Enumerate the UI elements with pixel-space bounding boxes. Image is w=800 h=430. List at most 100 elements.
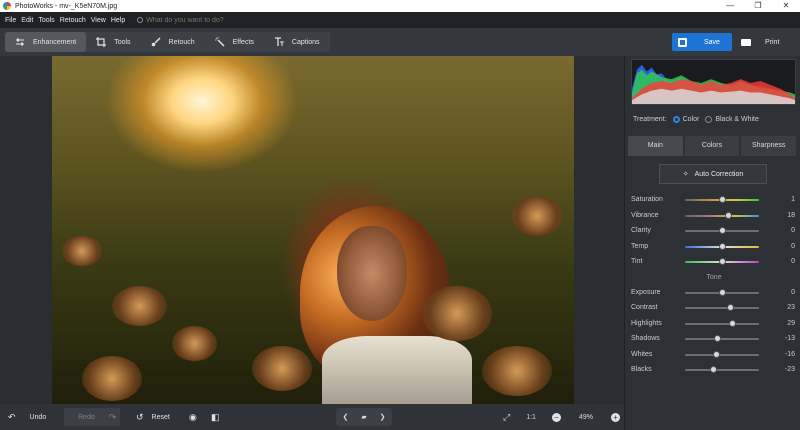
close-button[interactable]: ✕ [772, 0, 800, 12]
slider-list: Saturation 1 Vibrance 18 Clarity 0 Temp 0 Tint 0 T… [631, 192, 797, 378]
tab-label: Effects [232, 38, 254, 46]
slider-value: 29 [787, 319, 795, 327]
slider-track[interactable] [685, 350, 759, 358]
zoom-value: 49% [578, 413, 593, 421]
sliders-icon [16, 38, 24, 46]
menu-tools[interactable]: Tools [38, 17, 54, 24]
slider-handle[interactable] [727, 304, 734, 311]
zoom-in-icon[interactable]: + [610, 412, 620, 422]
slider-track[interactable] [685, 319, 759, 327]
save-button[interactable]: Save [672, 33, 732, 51]
next-image-icon[interactable]: ❯ [380, 413, 386, 421]
undo-button[interactable]: ↶ Undo [8, 408, 46, 426]
preview-eye-icon[interactable]: ◉ [189, 408, 197, 426]
search-input[interactable] [146, 16, 257, 24]
fit-screen-icon[interactable]: ⤢ [503, 412, 510, 423]
slider-row-highlights: Highlights 29 [631, 316, 797, 332]
slider-handle[interactable] [709, 366, 717, 373]
tab-main[interactable]: Main [628, 136, 683, 156]
slider-handle[interactable] [712, 350, 720, 358]
photo-shirt [322, 336, 472, 404]
redo-label: Redo [78, 413, 95, 421]
maximize-button[interactable]: ❐ [744, 0, 772, 12]
menu-bar: File Edit Tools Retouch View Help [0, 12, 800, 28]
reset-icon: ↺ [136, 411, 144, 422]
slider-handle[interactable] [718, 288, 726, 296]
title-bar: PhotoWorks - mv-_K5eN70M.jpg — ❐ ✕ [0, 0, 800, 12]
photo-flower [172, 326, 217, 361]
slider-row-contrast: Contrast 23 [631, 300, 797, 316]
slider-track[interactable] [685, 242, 759, 250]
slider-row-saturation: Saturation 1 [631, 192, 797, 208]
radio-color[interactable] [672, 116, 680, 123]
text-icon [274, 37, 284, 46]
photo-canvas[interactable] [52, 56, 574, 404]
minimize-button[interactable]: — [716, 0, 744, 12]
reset-button[interactable]: ↺ Reset [136, 408, 170, 426]
tab-tools[interactable]: Tools [86, 32, 140, 52]
prev-image-icon[interactable]: ❮ [342, 413, 348, 421]
ratio-button[interactable]: 1:1 [526, 414, 536, 421]
tab-colors[interactable]: Colors [684, 136, 740, 156]
slider-handle[interactable] [718, 258, 726, 265]
slider-track[interactable] [685, 211, 759, 219]
tab-effects[interactable]: Effects [205, 32, 264, 52]
slider-track[interactable] [685, 258, 759, 265]
tab-label: Tools [114, 38, 131, 46]
slider-handle[interactable] [718, 196, 726, 203]
brush-icon [151, 37, 161, 47]
tab-retouch[interactable]: Retouch [141, 32, 205, 52]
menu-view[interactable]: View [91, 17, 106, 24]
slider-track[interactable] [685, 196, 759, 203]
slider-track[interactable] [685, 366, 759, 373]
menu-help[interactable]: Help [111, 17, 125, 24]
slider-handle[interactable] [718, 227, 726, 234]
slider-track[interactable] [685, 335, 759, 342]
folder-icon[interactable]: ▰ [361, 413, 366, 421]
slider-value: 23 [787, 304, 795, 312]
slider-label: Vibrance [631, 211, 659, 219]
zoom-out-icon[interactable]: − [551, 412, 561, 422]
slider-row-clarity: Clarity 0 [631, 223, 797, 239]
bottom-bar: ↶ Undo Redo ↷ ↺ Reset ◉ ◧ ❮ ▰ ❯ ⤢ 1:1 − … [0, 404, 624, 430]
tab-enhancement[interactable]: Enhancement [5, 32, 87, 52]
menu-edit[interactable]: Edit [21, 17, 33, 24]
reset-label: Reset [151, 413, 170, 421]
menu-file[interactable]: File [5, 17, 16, 24]
slider-handle[interactable] [725, 211, 733, 219]
window-controls: — ❐ ✕ [716, 0, 800, 12]
treatment-option-color[interactable]: Color [683, 116, 700, 123]
auto-correction-button[interactable]: ✧ Auto Correction [659, 164, 767, 184]
menu-retouch[interactable]: Retouch [60, 17, 86, 24]
slider-value: 1 [791, 196, 795, 204]
app-logo-icon [3, 2, 11, 10]
undo-icon: ↶ [8, 411, 16, 422]
slider-label: Saturation [631, 196, 663, 204]
tab-label: Enhancement [33, 38, 77, 46]
slider-label: Exposure [631, 288, 661, 296]
slider-handle[interactable] [729, 319, 737, 327]
slider-label: Blacks [631, 366, 652, 374]
print-button[interactable]: Print [735, 33, 795, 51]
slider-label: Contrast [631, 304, 658, 312]
photo-flower [62, 236, 102, 266]
tab-captions[interactable]: Captions [264, 32, 330, 52]
slider-handle[interactable] [713, 335, 721, 342]
tab-label: Retouch [168, 38, 195, 46]
compare-icon[interactable]: ◧ [211, 408, 220, 426]
tab-sharpness[interactable]: Sharpness [741, 136, 797, 156]
window-title: PhotoWorks - mv-_K5eN70M.jpg [15, 2, 118, 10]
tone-header: Tone [706, 273, 722, 281]
treatment-option-bw[interactable]: Black & White [715, 116, 759, 123]
slider-row-whites: Whites -16 [631, 347, 797, 363]
slider-track[interactable] [685, 304, 759, 311]
photo-flower [482, 346, 552, 396]
adjustments-panel: Treatment: Color Black & White Main Colo… [624, 56, 800, 430]
slider-handle[interactable] [718, 242, 726, 250]
slider-track[interactable] [685, 288, 759, 296]
slider-track[interactable] [685, 227, 759, 234]
redo-icon: ↷ [108, 411, 117, 422]
radio-black-white[interactable] [705, 116, 713, 123]
redo-button[interactable]: Redo ↷ [64, 408, 120, 426]
slider-label: Tint [631, 258, 643, 266]
